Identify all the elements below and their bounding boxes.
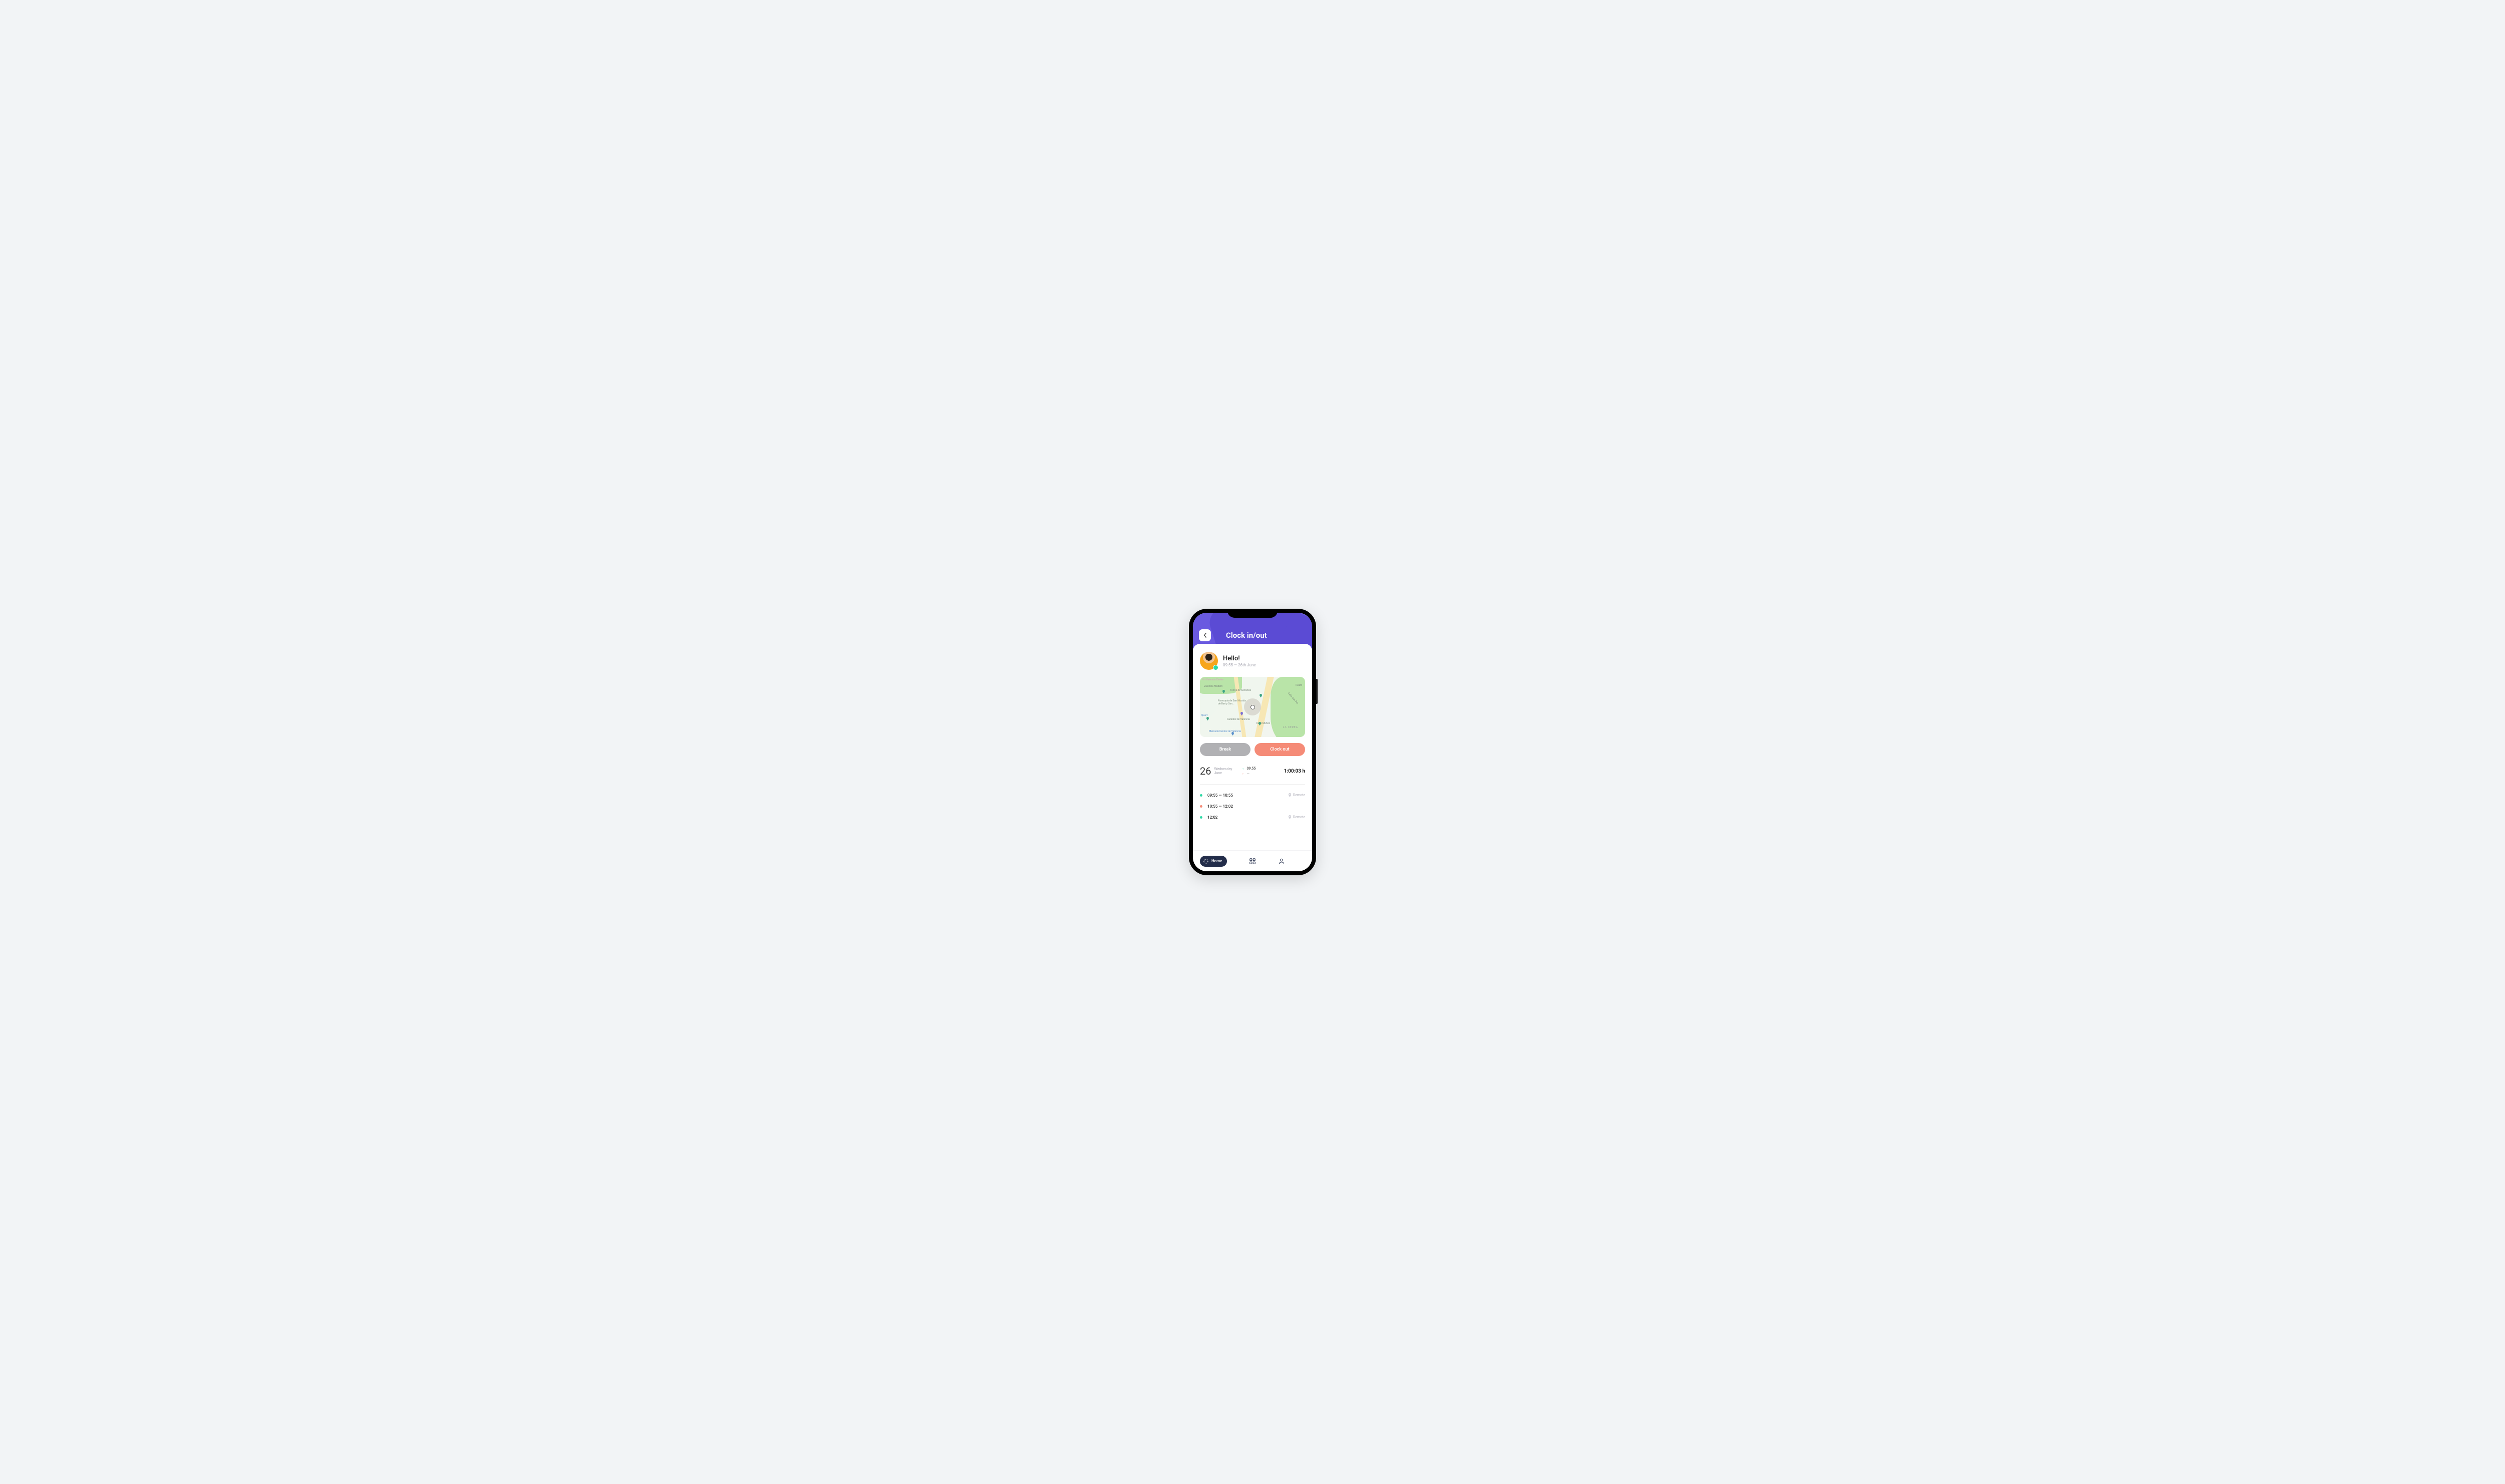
summary-month: June <box>1214 771 1232 775</box>
home-icon <box>1203 858 1209 864</box>
map-location-indicator <box>1244 698 1261 715</box>
map-label-reard: Reard <box>1296 684 1302 687</box>
tab-apps[interactable] <box>1249 858 1256 865</box>
summary-in-time: 09.55 <box>1246 767 1256 771</box>
device-notch <box>1227 609 1278 618</box>
pin-icon <box>1288 815 1292 819</box>
user-icon <box>1278 858 1285 865</box>
chevron-left-icon <box>1203 633 1207 638</box>
tab-profile[interactable] <box>1278 858 1285 865</box>
map-pin-icon <box>1222 686 1225 689</box>
map-view[interactable]: NH Valencia Center Valencia Modern Torre… <box>1200 677 1305 737</box>
phone-frame: Clock in/out Hello! 09:55 — 26th June <box>1189 609 1316 875</box>
summary-day-number: 26 <box>1200 765 1211 777</box>
screen: Clock in/out Hello! 09:55 — 26th June <box>1193 613 1312 871</box>
log-time: 12:02 <box>1207 815 1217 820</box>
content-area: Hello! 09:55 — 26th June NH Valencia Cen… <box>1193 644 1312 845</box>
tab-home[interactable]: Home <box>1200 856 1227 867</box>
summary-out-time: — <box>1246 772 1249 776</box>
pin-icon <box>1288 793 1292 797</box>
log-location: Remote <box>1288 815 1305 819</box>
map-label-parroquia: Parroquia de San Nicolás de Bari y San..… <box>1218 700 1248 705</box>
clock-out-button[interactable]: Clock out <box>1255 743 1305 756</box>
greeting-text: Hello! 09:55 — 26th June <box>1223 655 1256 667</box>
break-button[interactable]: Break <box>1200 743 1250 756</box>
page-title: Clock in/out <box>1226 631 1267 640</box>
bottom-tabbar: Home <box>1193 850 1312 871</box>
back-button[interactable] <box>1199 629 1211 641</box>
log-time: 10:55 — 12:02 <box>1207 804 1233 809</box>
summary-times: → 09.55 ← — <box>1241 766 1256 776</box>
map-label-mercado: Mercado Central de Valencia <box>1209 730 1241 733</box>
status-dot <box>1200 794 1202 797</box>
summary-total: 1:00:03 h <box>1284 769 1305 774</box>
log-row: 12:02 Remote <box>1200 812 1305 823</box>
grid-icon <box>1249 858 1256 865</box>
greeting-sep: — <box>1234 663 1237 667</box>
user-avatar[interactable] <box>1200 652 1218 670</box>
greeting-sub: 09:55 — 26th June <box>1223 663 1256 667</box>
status-dot <box>1200 805 1202 808</box>
arrow-out-icon: ← <box>1241 772 1244 776</box>
map-district-xerea: LA XEREA <box>1283 726 1298 729</box>
status-dot <box>1200 816 1202 819</box>
log-row: 10:55 — 12:02 <box>1200 801 1305 812</box>
greeting-hello: Hello! <box>1223 655 1256 662</box>
greeting-date: 26th June <box>1238 663 1256 667</box>
greeting-time: 09:55 <box>1223 663 1233 667</box>
map-label-nh: NH Valencia Center <box>1202 678 1223 681</box>
log-location: Remote <box>1288 793 1305 797</box>
greeting-row: Hello! 09:55 — 26th June <box>1200 652 1305 670</box>
tab-home-label: Home <box>1211 859 1222 863</box>
map-pin-icon <box>1240 708 1243 711</box>
day-summary: 26 Wednesday June → 09.55 ← — 1:00:03 h <box>1200 765 1305 785</box>
map-pin-icon <box>1206 713 1209 716</box>
log-list: 09:55 — 10:55 Remote 10:55 — 12:02 12:02 Rem… <box>1200 790 1305 823</box>
map-pin-icon <box>1259 690 1263 693</box>
map-label-torres: Torres de Serranos <box>1230 689 1251 692</box>
summary-day-text: Wednesday June <box>1214 767 1232 776</box>
summary-weekday: Wednesday <box>1214 767 1232 771</box>
map-pin-icon <box>1258 718 1262 721</box>
log-row: 09:55 — 10:55 Remote <box>1200 790 1305 801</box>
map-pin-icon <box>1231 728 1234 731</box>
arrow-in-icon: → <box>1241 767 1244 771</box>
action-buttons: Break Clock out <box>1200 743 1305 756</box>
log-time: 09:55 — 10:55 <box>1207 793 1233 798</box>
map-label-catedral: Catedral de Valencia <box>1227 718 1250 721</box>
map-label-modern: Valencia Modern <box>1204 685 1222 688</box>
